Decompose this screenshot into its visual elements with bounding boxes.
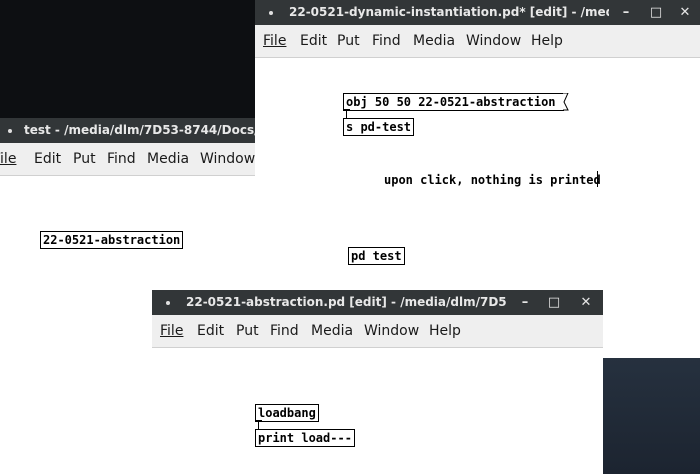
subpatch-box-pd-test[interactable]: pd test (348, 247, 405, 265)
text-cursor (597, 171, 598, 187)
titlebar[interactable]: test - /media/dlm/7D53-8744/Docs/xir (0, 118, 258, 143)
message-box-obj[interactable]: obj 50 50 22-0521-abstraction (343, 93, 569, 111)
menubar: File Edit Put Find Media Window Help (152, 315, 603, 348)
object-box-loadbang[interactable]: loadbang (255, 404, 319, 422)
menu-put[interactable]: Put (73, 151, 96, 167)
patch-canvas[interactable]: loadbang print load--- (152, 348, 603, 474)
menu-edit[interactable]: Edit (300, 33, 327, 49)
object-box-send[interactable]: s pd-test (343, 118, 415, 136)
menu-window[interactable]: Window (200, 151, 255, 167)
titlebar[interactable]: 22-0521-abstraction.pd [edit] - /media/d… (152, 290, 603, 315)
menubar: File Edit Put Find Media Window (0, 143, 258, 176)
menu-media[interactable]: Media (413, 33, 455, 49)
close-button[interactable]: ✕ (675, 0, 695, 25)
message-box-flag (562, 93, 569, 111)
menu-media[interactable]: Media (147, 151, 189, 167)
menu-put[interactable]: Put (236, 323, 259, 339)
menu-edit[interactable]: Edit (197, 323, 224, 339)
window-title: 22-0521-abstraction.pd [edit] - /media/d… (186, 295, 506, 309)
desktop-background (600, 358, 700, 474)
patch-cord[interactable] (258, 422, 259, 429)
menu-file[interactable]: File (0, 151, 16, 167)
message-box-text: obj 50 50 22-0521-abstraction (346, 95, 556, 109)
titlebar[interactable]: 22-0521-dynamic-instantiation.pd* [edit]… (255, 0, 700, 25)
minimize-button[interactable]: – (515, 290, 535, 315)
menu-find[interactable]: Find (270, 323, 299, 339)
maximize-button[interactable]: □ (646, 0, 666, 25)
window-title: test - /media/dlm/7D53-8744/Docs/xir (24, 123, 258, 137)
object-box-abstraction[interactable]: 22-0521-abstraction (40, 231, 184, 249)
minimize-button[interactable]: – (616, 0, 636, 25)
menu-file[interactable]: File (160, 323, 183, 339)
close-button[interactable]: ✕ (576, 290, 596, 315)
menubar: File Edit Put Find Media Window Help (255, 25, 700, 58)
menu-put[interactable]: Put (337, 33, 360, 49)
menu-window[interactable]: Window (364, 323, 419, 339)
menu-window[interactable]: Window (466, 33, 521, 49)
menu-help[interactable]: Help (531, 33, 563, 49)
menu-file[interactable]: File (263, 33, 286, 49)
maximize-button[interactable]: □ (544, 290, 564, 315)
menu-edit[interactable]: Edit (34, 151, 61, 167)
patch-cord[interactable] (346, 111, 347, 118)
menu-find[interactable]: Find (372, 33, 401, 49)
window-title: 22-0521-dynamic-instantiation.pd* [edit]… (289, 5, 609, 19)
window-menu-icon[interactable] (166, 301, 170, 305)
object-box-print[interactable]: print load--- (255, 429, 355, 447)
menu-media[interactable]: Media (311, 323, 353, 339)
object-box-text: loadbang (258, 406, 316, 420)
window-menu-icon[interactable] (269, 11, 273, 15)
menu-help[interactable]: Help (429, 323, 461, 339)
window-abstraction: 22-0521-abstraction.pd [edit] - /media/d… (152, 290, 603, 474)
comment-text[interactable]: upon click, nothing is printed (384, 173, 601, 187)
menu-find[interactable]: Find (107, 151, 136, 167)
window-menu-icon[interactable] (8, 129, 12, 133)
